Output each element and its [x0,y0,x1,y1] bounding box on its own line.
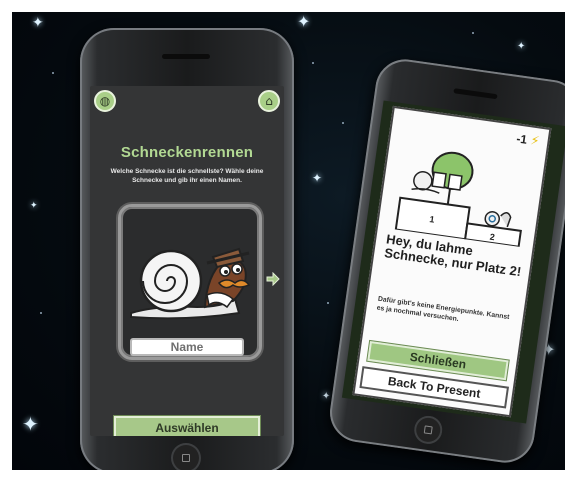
star-decoration: ✦ [32,15,44,31]
phone-home-button [412,414,445,446]
star-decoration: ✦ [517,41,526,52]
instruction-text: Welche Schnecke ist die schnellste? Wähl… [110,168,264,184]
right-phone-mockup: -1 ⚡ 1 2 Hey, du lahme Schnecke, nur Pla… [326,55,565,467]
select-button[interactable]: Auswählen [113,415,261,436]
energy-counter: -1 ⚡ [515,131,541,150]
phone-home-button [171,443,201,470]
energy-value: -1 [515,131,529,147]
snail-character-illustration [130,247,251,320]
page-title: Schneckenrennen [120,144,254,161]
left-phone-mockup: ◍ ⌂ Schneckenrennen Welche Schnecke ist … [80,28,294,470]
star-decoration: ✦ [297,12,311,31]
phone-speaker [453,88,498,100]
phone-speaker [162,54,210,59]
star-decoration: ✦ [312,171,323,185]
snail-name-input[interactable]: Name [130,338,244,356]
starfield-background: ✦ ✦ ✦ ✦ ✦ ✦ ✦ ✦ ✦ ◍ ⌂ Schneckenrennen We… [12,12,565,470]
arrow-right-icon[interactable] [266,272,280,286]
left-phone-screen: ◍ ⌂ Schneckenrennen Welche Schnecke ist … [90,86,284,436]
star-decoration: ✦ [322,391,331,402]
podium-illustration: 1 2 [394,151,522,248]
result-subtext: Dafür gibt's keine Energiepunkte. Kannst… [376,295,510,323]
globe-icon[interactable]: ◍ [94,90,116,112]
lightning-bolt-icon: ⚡ [529,133,541,150]
home-icon[interactable]: ⌂ [258,90,280,112]
snail-selection-frame [118,204,262,360]
star-decoration: ✦ [30,201,38,211]
star-decoration: ✦ [22,412,39,436]
right-phone-screen: -1 ⚡ 1 2 Hey, du lahme Schnecke, nur Pla… [341,100,565,424]
result-dialog: -1 ⚡ 1 2 Hey, du lahme Schnecke, nur Pla… [352,105,552,418]
